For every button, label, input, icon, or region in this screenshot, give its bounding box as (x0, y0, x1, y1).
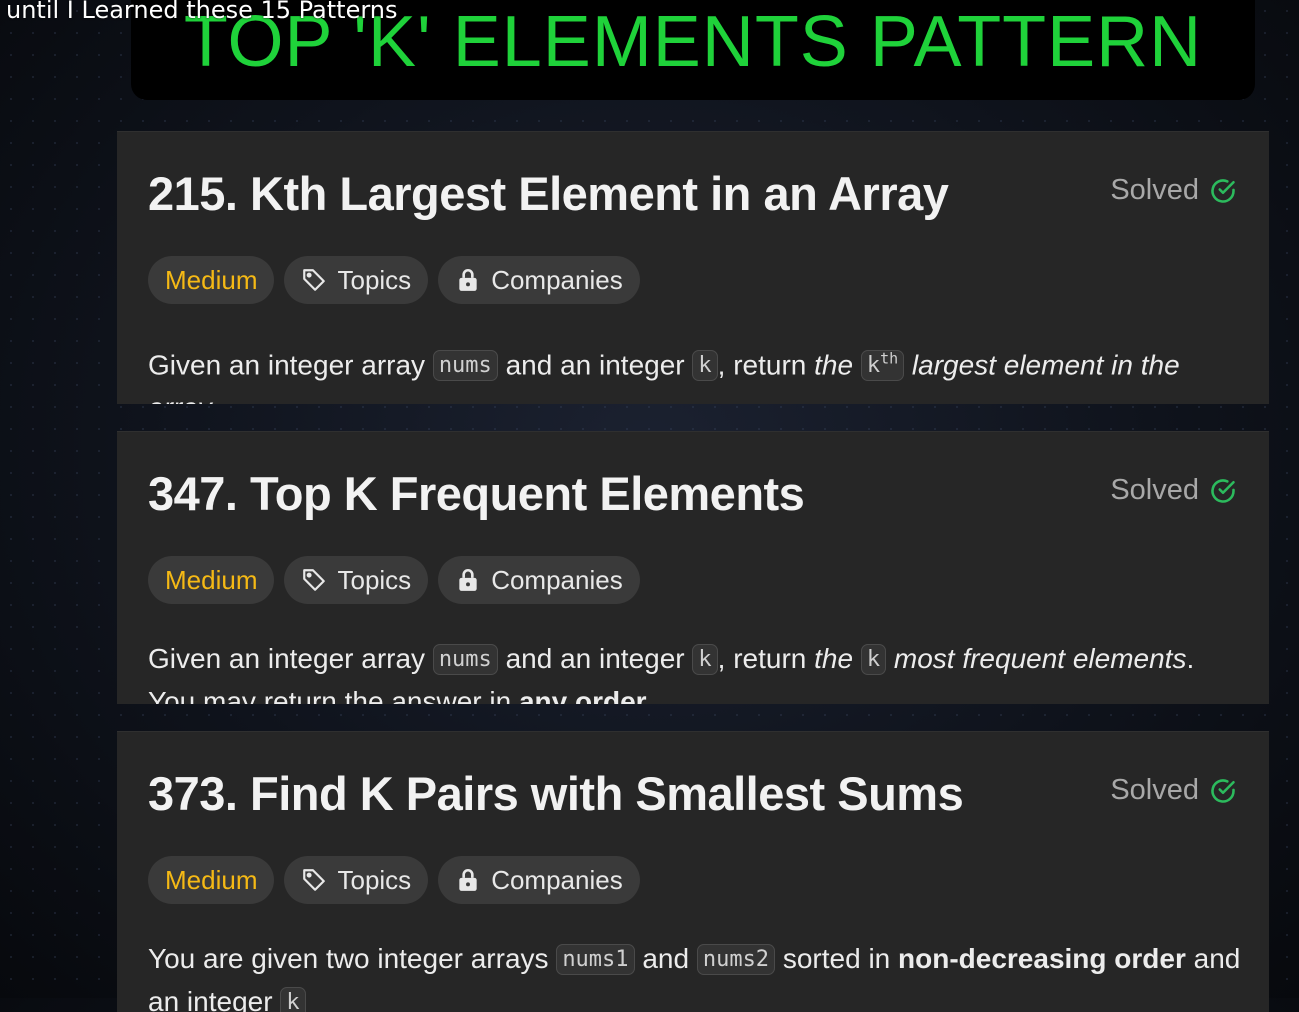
topics-label: Topics (337, 864, 412, 895)
difficulty-badge: Medium (148, 856, 275, 904)
tag-icon (303, 569, 326, 591)
code-k: k (692, 644, 718, 675)
solved-label: Solved (1110, 474, 1199, 506)
tag-row: Medium Topics Companies (148, 856, 640, 904)
check-circle-icon (1211, 178, 1235, 203)
code-k: k (280, 987, 306, 1012)
problem-description: Given an integer array nums and an integ… (148, 643, 1195, 704)
problem-title[interactable]: 215. Kth Largest Element in an Array (148, 166, 949, 221)
tag-row: Medium Topics Companies (148, 556, 640, 604)
companies-label: Companies (491, 864, 623, 895)
video-caption: until I Learned these 15 Patterns (6, 0, 398, 24)
problem-title[interactable]: 347. Top K Frequent Elements (148, 466, 805, 521)
companies-label: Companies (491, 564, 623, 595)
topics-button[interactable]: Topics (284, 256, 429, 304)
companies-button[interactable]: Companies (438, 856, 640, 904)
problem-title[interactable]: 373. Find K Pairs with Smallest Sums (148, 766, 964, 821)
check-circle-icon (1211, 778, 1235, 803)
tag-row: Medium Topics Companies (148, 256, 640, 304)
tag-icon (303, 269, 326, 291)
solved-status: Solved (1110, 474, 1237, 507)
tag-icon (303, 869, 326, 891)
topics-label: Topics (337, 264, 412, 295)
code-k: k (692, 350, 718, 382)
problem-description: You are given two integer arrays nums1 a… (148, 938, 1248, 1012)
topics-label: Topics (337, 564, 412, 595)
code-nums: nums (432, 350, 498, 382)
solved-status: Solved (1110, 174, 1237, 207)
solved-label: Solved (1110, 174, 1199, 206)
companies-label: Companies (491, 264, 623, 295)
difficulty-badge: Medium (148, 556, 275, 604)
topics-button[interactable]: Topics (284, 556, 429, 604)
code-nums2: nums2 (696, 944, 776, 975)
code-nums: nums (432, 644, 498, 675)
problem-description: Given an integer array nums and an integ… (148, 349, 1180, 404)
problem-card-373[interactable]: 373. Find K Pairs with Smallest Sums Sol… (117, 731, 1269, 1012)
companies-button[interactable]: Companies (438, 256, 640, 304)
difficulty-badge: Medium (148, 256, 275, 304)
problem-card-215[interactable]: 215. Kth Largest Element in an Array Sol… (117, 131, 1269, 404)
lock-icon (459, 268, 477, 291)
check-circle-icon (1211, 478, 1235, 503)
problem-card-347[interactable]: 347. Top K Frequent Elements Solved Medi… (117, 431, 1269, 704)
code-k: k (860, 644, 887, 675)
topics-button[interactable]: Topics (284, 856, 429, 904)
companies-button[interactable]: Companies (438, 556, 640, 604)
solved-label: Solved (1110, 774, 1199, 806)
lock-icon (459, 868, 477, 891)
lock-icon (459, 568, 477, 591)
solved-status: Solved (1110, 774, 1237, 807)
code-nums1: nums1 (556, 944, 635, 975)
code-kth: kth (860, 350, 905, 382)
